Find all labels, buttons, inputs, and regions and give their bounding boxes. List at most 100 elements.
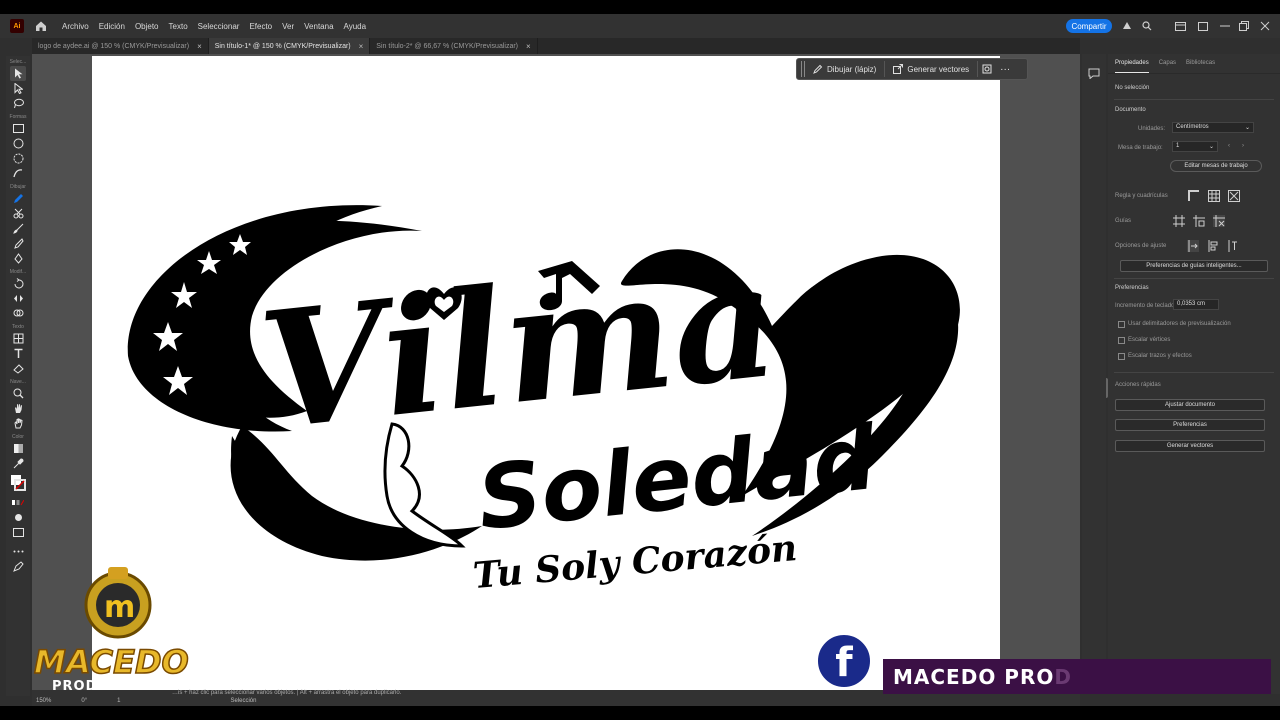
menu-item-ventana[interactable]: Ventana [304, 22, 333, 31]
gradient-tool-icon[interactable] [10, 441, 26, 456]
guides-clear-icon[interactable] [1213, 215, 1225, 227]
shaper-tool-icon[interactable] [10, 166, 26, 181]
workspace-icon[interactable] [1173, 19, 1187, 33]
width-tool-icon[interactable] [10, 291, 26, 306]
rotation-value[interactable]: 0° [81, 698, 87, 706]
tab-sin-titulo-1[interactable]: Sin título-1* @ 150 % (CMYK/Previsualiza… [208, 38, 371, 54]
menu-item-ver[interactable]: Ver [282, 22, 294, 31]
direct-selection-tool-icon[interactable] [10, 81, 26, 96]
tab-properties[interactable]: Propiedades [1115, 60, 1149, 73]
close-tab-icon[interactable]: × [197, 42, 202, 51]
draw-pencil-button[interactable]: Dibujar (lápiz) [805, 61, 886, 77]
close-tab-icon[interactable]: × [359, 42, 364, 51]
divider [1114, 372, 1274, 373]
scale-corners-checkbox[interactable] [1118, 337, 1125, 344]
more-tools-icon[interactable] [10, 544, 26, 559]
snap-options-label: Opciones de ajuste [1115, 243, 1167, 249]
units-select[interactable]: Centímetros ⌄ [1172, 122, 1254, 133]
artboard-select[interactable]: 1 ⌄ [1172, 141, 1218, 152]
artboard-next-icon[interactable]: › [1242, 143, 1244, 149]
fill-stroke-swatch-icon[interactable] [10, 471, 26, 495]
ellipse-tool-icon[interactable] [10, 136, 26, 151]
scale-strokes-checkbox[interactable] [1118, 353, 1125, 360]
color-mode-icon[interactable] [10, 495, 26, 510]
selection-tool-icon[interactable] [10, 66, 26, 81]
eyedropper-tool-icon[interactable] [10, 456, 26, 471]
arrange-icon[interactable] [1196, 19, 1210, 33]
tool-group-label: Modif... [9, 269, 27, 275]
screen-mode-icon[interactable] [10, 525, 26, 540]
guides-lock-icon[interactable] [1193, 215, 1205, 227]
guides-show-icon[interactable] [1173, 215, 1185, 227]
zoom-tool-icon[interactable] [10, 386, 26, 401]
draw-mode-icon[interactable] [10, 510, 26, 525]
generate-vectors-button[interactable]: Generar vectores [885, 61, 979, 77]
panel-icon-strip [1082, 54, 1106, 694]
preferences-button[interactable]: Preferencias [1115, 419, 1265, 431]
edit-artboards-button[interactable]: Editar mesas de trabajo [1170, 160, 1262, 172]
status-mode[interactable]: Selección [230, 698, 256, 706]
tab-layers[interactable]: Capas [1159, 60, 1176, 73]
ruler-icon[interactable] [1188, 190, 1200, 202]
pencil-tool-icon[interactable] [10, 191, 26, 206]
pen-tool-icon[interactable] [10, 251, 26, 266]
restore-icon[interactable] [1237, 19, 1251, 33]
type-tool-icon[interactable] [10, 346, 26, 361]
paintbrush-tool-icon[interactable] [10, 221, 26, 236]
watermark-logo: m MACEDO [30, 565, 215, 695]
artboard-prev-icon[interactable]: ‹ [1228, 143, 1230, 149]
generate-vectors-panel-button[interactable]: Generar vectores [1115, 440, 1265, 452]
quick-actions-header: Acciones rápidas [1115, 382, 1161, 388]
edit-toolbar-icon[interactable] [10, 559, 26, 574]
comments-icon[interactable] [1088, 68, 1100, 81]
document-tabs: logo de aydee.ai @ 150 % (CMYK/Previsual… [32, 38, 1080, 54]
menu-item-texto[interactable]: Texto [169, 22, 188, 31]
lasso-tool-icon[interactable] [10, 96, 26, 111]
shape-builder-tool-icon[interactable] [10, 306, 26, 321]
tab-logo-aydee[interactable]: logo de aydee.ai @ 150 % (CMYK/Previsual… [32, 38, 209, 54]
eraser-tool-icon[interactable] [10, 361, 26, 376]
menu-item-efecto[interactable]: Efecto [249, 22, 272, 31]
search-icon[interactable] [1140, 19, 1154, 33]
keyboard-increment-input[interactable]: 0,0353 cm [1173, 299, 1219, 310]
polygon-tool-icon[interactable] [10, 151, 26, 166]
transparency-grid-icon[interactable] [1228, 190, 1240, 202]
menu-item-archivo[interactable]: Archivo [62, 22, 89, 31]
smart-guides-prefs-button[interactable]: Preferencias de guías inteligentes... [1120, 260, 1268, 272]
mesh-tool-icon[interactable] [10, 331, 26, 346]
share-button[interactable]: Compartir [1066, 19, 1112, 33]
units-label: Unidades: [1138, 126, 1166, 132]
menu-item-ayuda[interactable]: Ayuda [344, 22, 367, 31]
blob-brush-tool-icon[interactable] [10, 236, 26, 251]
home-icon[interactable] [34, 19, 48, 33]
rotate-tool-icon[interactable] [10, 276, 26, 291]
artboard-number[interactable]: 1 [117, 698, 120, 706]
artboard[interactable]: Vilma Soledad Tu Soly Corazón [92, 56, 1000, 690]
snap-to-pixel-icon[interactable] [1207, 240, 1219, 252]
menu-item-objeto[interactable]: Objeto [135, 22, 159, 31]
close-window-icon[interactable] [1258, 19, 1272, 33]
zoom-level[interactable]: 150% [36, 698, 51, 706]
hand-tool-icon[interactable] [10, 401, 26, 416]
rectangle-tool-icon[interactable] [10, 121, 26, 136]
more-options-button[interactable]: ··· [996, 61, 1014, 77]
menu-item-seleccionar[interactable]: Seleccionar [198, 22, 240, 31]
close-tab-icon[interactable]: × [526, 42, 531, 51]
snap-to-point-icon[interactable] [1187, 240, 1199, 252]
tab-label: Sin título-2* @ 66,67 % (CMYK/Previsuali… [376, 42, 519, 50]
tab-sin-titulo-2[interactable]: Sin título-2* @ 66,67 % (CMYK/Previsuali… [370, 38, 538, 54]
snap-to-glyph-icon[interactable] [1227, 240, 1239, 252]
menu-item-edición[interactable]: Edición [99, 22, 125, 31]
rotate-view-tool-icon[interactable] [10, 416, 26, 431]
chevron-down-icon: ⌄ [1208, 144, 1214, 150]
minimize-icon[interactable] [1218, 19, 1232, 33]
preview-bounds-checkbox[interactable] [1118, 321, 1125, 328]
fit-document-button[interactable]: Ajustar documento [1115, 399, 1265, 411]
tab-libraries[interactable]: Bibliotecas [1186, 60, 1215, 73]
logo-artwork[interactable]: Vilma Soledad Tu Soly Corazón [92, 56, 1000, 690]
menu-bar: Ai Archivo Edición Objeto Texto Seleccionar E… [0, 14, 1280, 38]
scissors-tool-icon[interactable] [10, 206, 26, 221]
task-bar-settings-button[interactable] [978, 61, 996, 77]
grid-icon[interactable] [1208, 190, 1220, 202]
learn-icon[interactable] [1120, 19, 1134, 33]
